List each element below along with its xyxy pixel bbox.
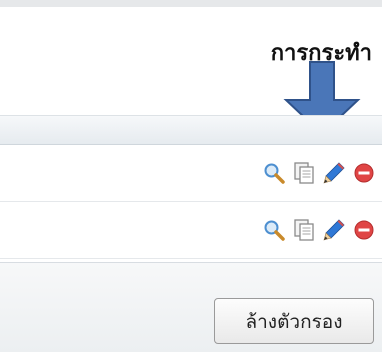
clear-filter-button[interactable]: ล้างตัวกรอง — [214, 298, 374, 344]
row-actions — [262, 161, 376, 185]
top-border — [0, 0, 382, 7]
magnifier-icon — [264, 163, 285, 184]
copy-button[interactable] — [292, 218, 316, 242]
delete-button[interactable] — [352, 218, 376, 242]
filter-row — [0, 115, 382, 145]
delete-icon — [354, 220, 374, 240]
table-row — [0, 145, 382, 202]
magnifier-icon — [264, 220, 285, 241]
copy-button[interactable] — [292, 161, 316, 185]
pencil-icon — [323, 219, 345, 241]
delete-button[interactable] — [352, 161, 376, 185]
copy-icon — [294, 219, 314, 241]
view-button[interactable] — [262, 161, 286, 185]
delete-icon — [354, 163, 374, 183]
row-actions — [262, 218, 376, 242]
edit-button[interactable] — [322, 161, 346, 185]
copy-icon — [294, 162, 314, 184]
table-row — [0, 202, 382, 259]
edit-button[interactable] — [322, 218, 346, 242]
pencil-icon — [323, 162, 345, 184]
view-button[interactable] — [262, 218, 286, 242]
